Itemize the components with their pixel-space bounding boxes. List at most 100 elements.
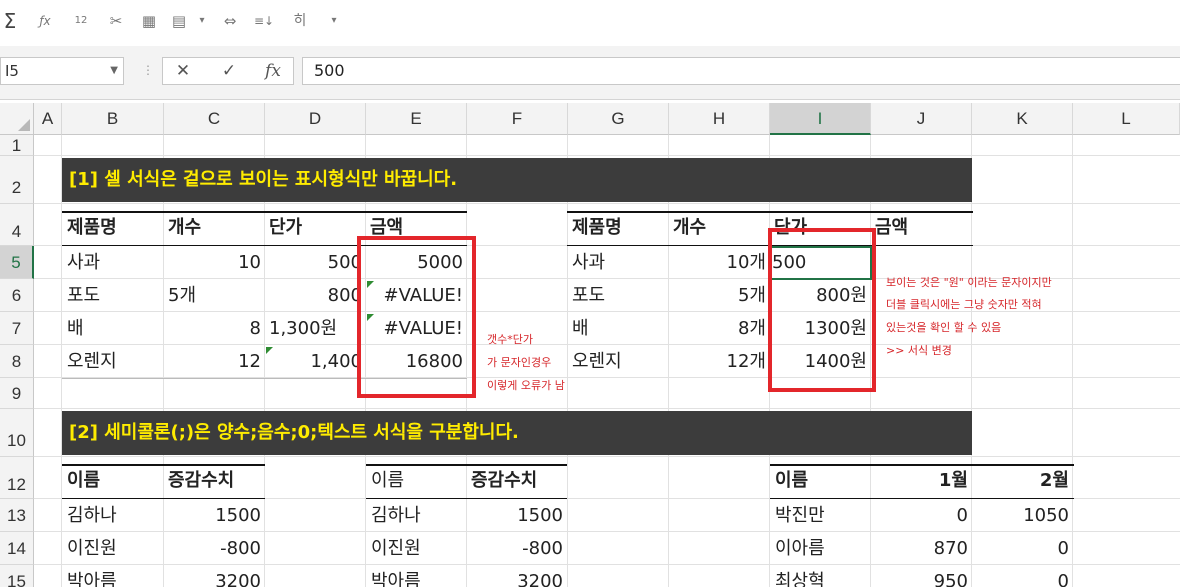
number-format-icon[interactable]: 12 bbox=[70, 9, 92, 33]
table3-header-name[interactable]: 이름 bbox=[63, 465, 163, 497]
table1-cell[interactable]: 10 bbox=[164, 247, 265, 279]
column-header-b[interactable]: B bbox=[62, 103, 164, 135]
column-header-k[interactable]: K bbox=[972, 103, 1073, 135]
table3-cell[interactable]: 3200 bbox=[164, 566, 265, 587]
row-header-1[interactable]: 1 bbox=[0, 135, 34, 156]
column-header-i[interactable]: I bbox=[770, 103, 871, 135]
row-header-7[interactable]: 7 bbox=[0, 312, 34, 345]
column-header-e[interactable]: E bbox=[366, 103, 467, 135]
table2-header-count[interactable]: 개수 bbox=[669, 212, 769, 244]
filter-icon[interactable]: 히 bbox=[288, 9, 312, 33]
table2-cell[interactable]: 사과 bbox=[568, 247, 668, 279]
table5-cell[interactable]: 최상혁 bbox=[771, 566, 871, 587]
sort-icon[interactable]: ≡↓ bbox=[252, 9, 276, 33]
column-header-c[interactable]: C bbox=[164, 103, 265, 135]
table1-cell[interactable]: 포도 bbox=[63, 280, 163, 312]
table1-cell[interactable]: 1,400 bbox=[265, 346, 366, 378]
table1-cell[interactable]: 배 bbox=[63, 313, 163, 345]
table2-cell[interactable]: 오렌지 bbox=[568, 346, 668, 378]
merge-dropdown-icon[interactable]: ▾ bbox=[195, 9, 209, 33]
table4-cell[interactable]: 김하나 bbox=[367, 500, 467, 532]
table1-cell[interactable]: 8 bbox=[164, 313, 265, 345]
row-header-13[interactable]: 13 bbox=[0, 499, 34, 532]
table1-cell[interactable]: 500 bbox=[265, 247, 366, 279]
table5-cell[interactable]: 1050 bbox=[972, 500, 1073, 532]
error-indicator-icon[interactable] bbox=[266, 347, 273, 354]
table4-header-value[interactable]: 증감수치 bbox=[467, 465, 567, 497]
name-box-dropdown-icon[interactable]: ▼ bbox=[110, 58, 118, 84]
column-header-g[interactable]: G bbox=[568, 103, 669, 135]
name-box[interactable]: I5 ▼ bbox=[0, 57, 124, 85]
table1-cell[interactable]: 1,300원 bbox=[265, 313, 366, 345]
table4-cell[interactable]: -800 bbox=[467, 533, 567, 565]
enter-icon[interactable]: ✓ bbox=[211, 58, 247, 84]
table1-cell[interactable]: 5개 bbox=[164, 280, 265, 312]
row-header-8[interactable]: 8 bbox=[0, 345, 34, 378]
fit-width-icon[interactable]: ⇔ bbox=[218, 9, 242, 33]
table5-cell[interactable]: 박진만 bbox=[771, 500, 871, 532]
insert-function-button[interactable]: fx bbox=[255, 58, 291, 84]
table4-cell[interactable]: 3200 bbox=[467, 566, 567, 587]
table3-cell[interactable]: 김하나 bbox=[63, 500, 163, 532]
formula-bar-grip-icon[interactable]: ⋮ bbox=[142, 63, 154, 77]
grid-icon[interactable]: ▦ bbox=[138, 9, 160, 33]
table4-cell[interactable]: 이진원 bbox=[367, 533, 467, 565]
select-all-corner[interactable] bbox=[0, 103, 34, 135]
table2-cell[interactable]: 8개 bbox=[669, 313, 770, 345]
table5-cell[interactable]: 0 bbox=[972, 533, 1073, 565]
table1-header-count[interactable]: 개수 bbox=[164, 212, 264, 244]
row-header-4[interactable]: 4 bbox=[0, 204, 34, 246]
table5-cell[interactable]: 0 bbox=[871, 500, 972, 532]
table5-cell[interactable]: 이아름 bbox=[771, 533, 871, 565]
paste-format-icon[interactable]: ✂ bbox=[105, 9, 127, 33]
table5-cell[interactable]: 0 bbox=[972, 566, 1073, 587]
row-header-10[interactable]: 10 bbox=[0, 409, 34, 457]
table3-cell[interactable]: 박아름 bbox=[63, 566, 163, 587]
table2-cell[interactable]: 배 bbox=[568, 313, 668, 345]
sum-icon[interactable]: Σ bbox=[0, 9, 20, 33]
formula-input[interactable]: 500 bbox=[302, 57, 1180, 85]
column-header-h[interactable]: H bbox=[669, 103, 770, 135]
row-header-5[interactable]: 5 bbox=[0, 246, 34, 279]
table1-header-name[interactable]: 제품명 bbox=[63, 212, 163, 244]
table5-header-feb[interactable]: 2월 bbox=[972, 465, 1073, 497]
column-header-a[interactable]: A bbox=[34, 103, 62, 135]
table3-header-value[interactable]: 증감수치 bbox=[164, 465, 265, 497]
merge-icon[interactable]: ▤ bbox=[168, 9, 190, 33]
table2-header-name[interactable]: 제품명 bbox=[568, 212, 668, 244]
column-header-f[interactable]: F bbox=[467, 103, 568, 135]
table2-cell[interactable]: 포도 bbox=[568, 280, 668, 312]
table3-cell[interactable]: 1500 bbox=[164, 500, 265, 532]
row-header-12[interactable]: 12 bbox=[0, 457, 34, 499]
table3-cell[interactable]: 이진원 bbox=[63, 533, 163, 565]
column-header-l[interactable]: L bbox=[1073, 103, 1180, 135]
quick-toolbar: Σ ƒx 12 ✂ ▦ ▤ ▾ ⇔ ≡↓ 히 ▾ bbox=[0, 0, 1180, 46]
row-header-6[interactable]: 6 bbox=[0, 279, 34, 312]
row-header-2[interactable]: 2 bbox=[0, 156, 34, 204]
row-header-14[interactable]: 14 bbox=[0, 532, 34, 565]
table5-cell[interactable]: 950 bbox=[871, 566, 972, 587]
table1-cell[interactable]: 사과 bbox=[63, 247, 163, 279]
table4-cell[interactable]: 1500 bbox=[467, 500, 567, 532]
table2-cell[interactable]: 12개 bbox=[669, 346, 770, 378]
table5-header-name[interactable]: 이름 bbox=[771, 465, 871, 497]
cancel-icon[interactable]: ✕ bbox=[165, 58, 201, 84]
table2-header-amount[interactable]: 금액 bbox=[871, 212, 971, 244]
row-header-15[interactable]: 15 bbox=[0, 565, 34, 587]
table1-cell[interactable]: 12 bbox=[164, 346, 265, 378]
customize-icon[interactable]: ▾ bbox=[328, 9, 340, 33]
table1-cell[interactable]: 오렌지 bbox=[63, 346, 163, 378]
table1-cell[interactable]: 800 bbox=[265, 280, 366, 312]
column-header-j[interactable]: J bbox=[871, 103, 972, 135]
row-header-9[interactable]: 9 bbox=[0, 378, 34, 409]
insert-function-icon[interactable]: ƒx bbox=[34, 9, 56, 33]
table3-cell[interactable]: -800 bbox=[164, 533, 265, 565]
column-header-d[interactable]: D bbox=[265, 103, 366, 135]
table5-header-jan[interactable]: 1월 bbox=[871, 465, 972, 497]
table2-cell[interactable]: 5개 bbox=[669, 280, 770, 312]
table4-header-name[interactable]: 이름 bbox=[367, 465, 467, 497]
table4-cell[interactable]: 박아름 bbox=[367, 566, 467, 587]
table1-header-price[interactable]: 단가 bbox=[265, 212, 365, 244]
table5-cell[interactable]: 870 bbox=[871, 533, 972, 565]
table2-cell[interactable]: 10개 bbox=[669, 247, 770, 279]
